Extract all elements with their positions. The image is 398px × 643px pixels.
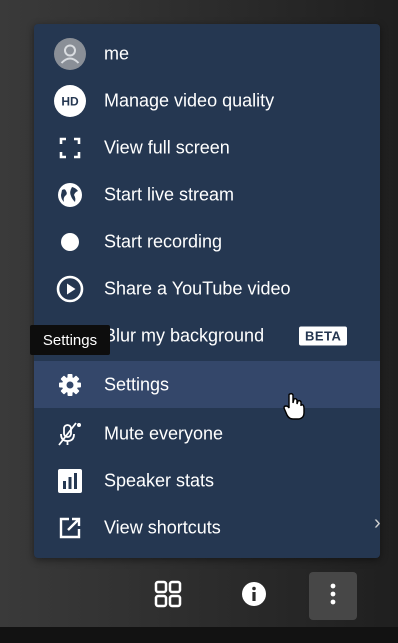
menu-item-label: Speaker stats xyxy=(104,470,215,490)
menu-item-mute-everyone[interactable]: Mute everyone xyxy=(34,410,380,457)
mute-mic-icon xyxy=(54,418,86,450)
menu-item-label: Manage video quality xyxy=(104,90,275,110)
menu-item-profile[interactable]: me xyxy=(34,30,380,77)
menu-item-label: Share a YouTube video xyxy=(104,278,291,298)
hand-pointer-icon xyxy=(283,392,305,425)
menu-item-settings[interactable]: Settings xyxy=(34,361,380,408)
play-circle-icon xyxy=(54,273,86,305)
hd-badge-text: HD xyxy=(61,94,79,108)
menu-item-shortcuts[interactable]: View shortcuts xyxy=(34,504,380,551)
menu-item-recording[interactable]: Start recording xyxy=(34,218,380,265)
menu-item-fullscreen[interactable]: View full screen xyxy=(34,124,380,171)
menu-item-label: Start recording xyxy=(104,231,223,251)
menu-item-youtube[interactable]: Share a YouTube video xyxy=(34,265,380,312)
bar-chart-icon xyxy=(54,465,86,497)
window-frame xyxy=(0,627,398,643)
avatar-icon xyxy=(54,37,86,70)
settings-tooltip: Settings xyxy=(30,325,110,355)
menu-item-label: View full screen xyxy=(104,137,230,157)
tile-view-icon xyxy=(153,579,183,614)
menu-item-label: me xyxy=(104,43,130,63)
info-button[interactable] xyxy=(230,572,278,620)
record-icon xyxy=(54,226,86,258)
menu-item-label: Start live stream xyxy=(104,184,235,204)
menu-item-video-quality[interactable]: HD Manage video quality xyxy=(34,77,380,124)
beta-badge: BETA xyxy=(299,326,348,345)
fullscreen-icon xyxy=(54,132,86,164)
menu-item-label: View shortcuts xyxy=(104,517,221,537)
globe-icon xyxy=(54,179,86,211)
more-options-button[interactable] xyxy=(309,572,357,620)
menu-item-live-stream[interactable]: Start live stream xyxy=(34,171,380,218)
menu-item-label: Settings xyxy=(104,374,170,394)
external-link-icon xyxy=(54,512,86,544)
menu-item-speaker-stats[interactable]: Speaker stats xyxy=(34,457,380,504)
chevron-right-icon[interactable]: › xyxy=(374,512,381,535)
hd-icon: HD xyxy=(54,84,86,117)
menu-item-label: Mute everyone xyxy=(104,423,224,443)
more-vertical-icon xyxy=(321,580,345,613)
overflow-menu: me HD Manage video quality View full scr… xyxy=(34,24,380,558)
gear-icon xyxy=(54,369,86,401)
info-icon xyxy=(240,580,268,613)
tile-view-button[interactable] xyxy=(144,572,192,620)
menu-item-label: Blur my background xyxy=(104,325,265,345)
